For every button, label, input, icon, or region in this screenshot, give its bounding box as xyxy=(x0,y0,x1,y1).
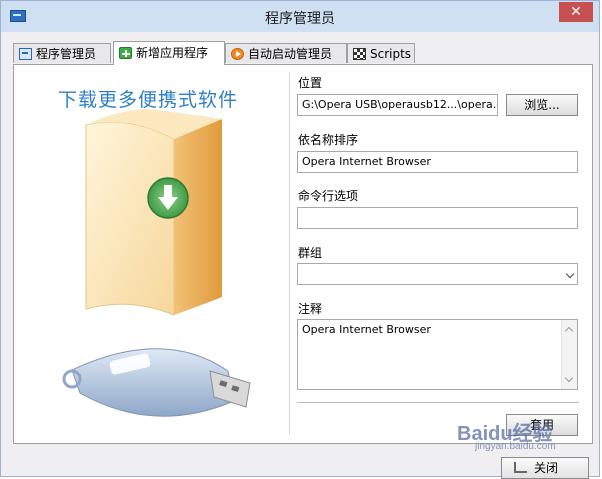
cmdline-field[interactable] xyxy=(297,207,578,229)
sort-name-label: 依名称排序 xyxy=(298,133,359,147)
app-window: 程序管理员 ✕ 程序管理员 新增应用程序 自动启动管理员 Scripts 下载更… xyxy=(0,0,600,479)
form-divider xyxy=(297,402,579,403)
tab-label: 程序管理员 xyxy=(36,47,97,61)
location-field[interactable]: G:\Opera USB\operausb12...\opera.exe xyxy=(297,94,498,116)
close-label: 关闭 xyxy=(534,461,559,475)
location-label: 位置 xyxy=(298,76,323,90)
scripts-icon xyxy=(353,48,366,60)
autostart-icon xyxy=(231,48,244,60)
promo-pane xyxy=(14,65,278,443)
title-bar[interactable]: 程序管理员 ✕ xyxy=(1,1,599,32)
tab-bar: 程序管理员 新增应用程序 自动启动管理员 Scripts xyxy=(13,41,593,65)
tab-autostart-manager[interactable]: 自动启动管理员 xyxy=(225,43,347,63)
tab-add-application[interactable]: 新增应用程序 xyxy=(113,41,225,65)
add-app-icon xyxy=(119,47,132,59)
notes-scrollbar[interactable] xyxy=(561,320,577,389)
promo-link[interactable]: 下载更多便携式软件 xyxy=(58,85,238,112)
software-box-illustration xyxy=(62,109,251,417)
notes-textarea[interactable]: Opera Internet Browser xyxy=(297,319,578,390)
close-button[interactable]: 关闭 xyxy=(501,457,589,479)
notes-label: 注释 xyxy=(298,302,323,316)
exit-icon xyxy=(514,462,527,473)
browse-button[interactable]: 浏览... xyxy=(506,94,578,116)
window-title: 程序管理员 xyxy=(265,11,335,27)
chevron-down-icon[interactable] xyxy=(565,269,575,279)
group-select[interactable] xyxy=(297,263,578,285)
tab-program-manager[interactable]: 程序管理员 xyxy=(13,43,111,63)
tab-label: 新增应用程序 xyxy=(136,46,209,60)
scroll-down-icon[interactable] xyxy=(564,373,574,383)
scroll-up-icon[interactable] xyxy=(564,326,574,336)
tab-scripts[interactable]: Scripts xyxy=(347,43,415,63)
watermark-url: jingyan.baidu.com xyxy=(475,441,556,452)
group-label: 群组 xyxy=(298,246,323,260)
pane-divider xyxy=(289,73,290,435)
sort-name-field[interactable]: Opera Internet Browser xyxy=(297,151,578,173)
manager-icon xyxy=(19,48,32,60)
window-close-button[interactable]: ✕ xyxy=(559,2,593,22)
cmdline-label: 命令行选项 xyxy=(298,189,359,203)
notes-value: Opera Internet Browser xyxy=(302,323,431,336)
tab-label: Scripts xyxy=(370,47,412,61)
tab-label: 自动启动管理员 xyxy=(248,47,333,61)
